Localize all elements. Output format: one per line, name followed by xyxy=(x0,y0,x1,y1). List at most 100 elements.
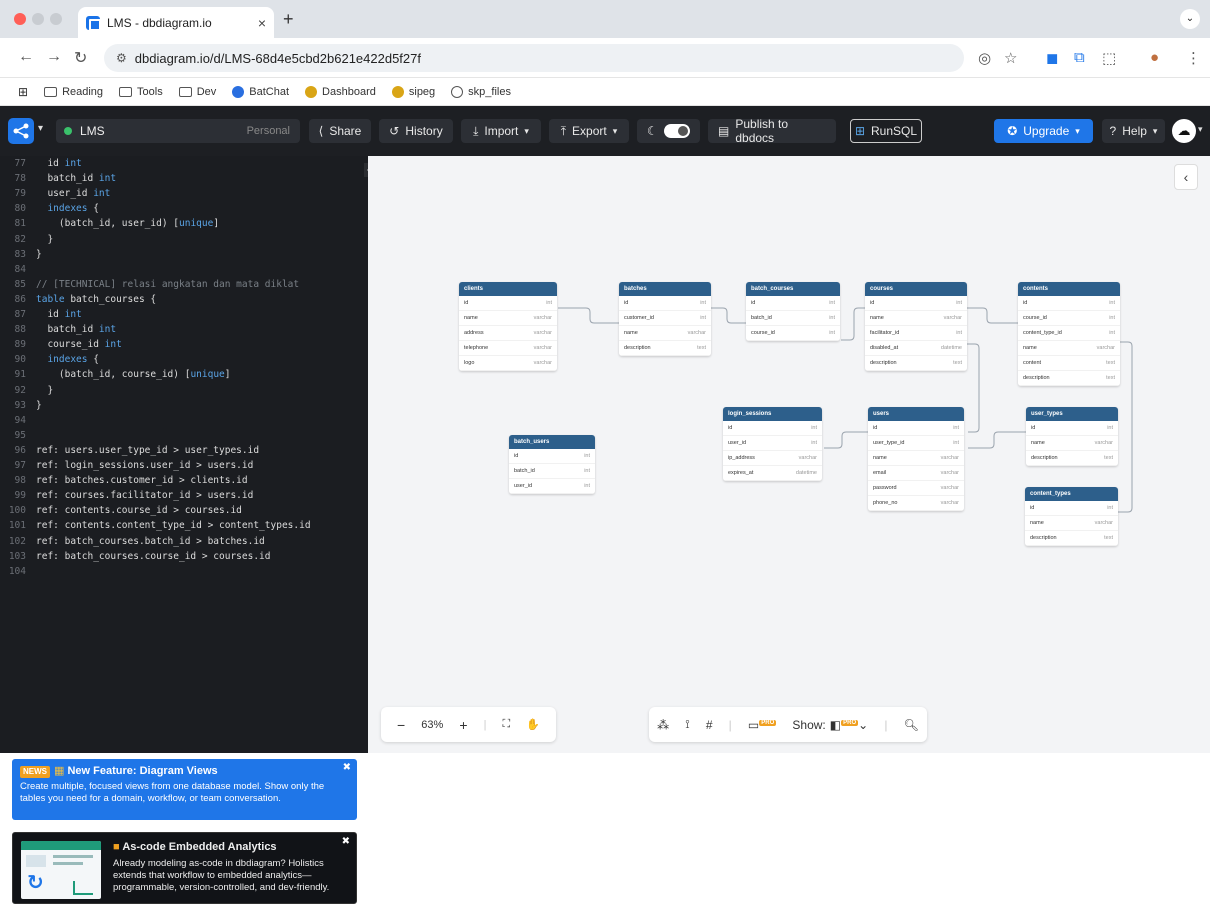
code-line[interactable]: 96 ref: users.user_type_id > user_types.i… xyxy=(0,445,260,457)
translate-extension-icon[interactable]: ⧉ xyxy=(1074,49,1085,66)
apps-grid-icon[interactable]: ⊞ xyxy=(18,85,28,99)
code-line[interactable]: 88 batch_id int xyxy=(0,324,117,336)
bookmark-dashboard[interactable]: Dashboard xyxy=(305,85,376,98)
promo-close-icon[interactable]: ✖ xyxy=(342,836,350,848)
theme-toggle[interactable]: ☾ xyxy=(637,119,700,143)
dbdiagram-logo-icon[interactable] xyxy=(8,118,34,144)
table-header[interactable]: courses xyxy=(865,282,967,296)
forward-arrow-icon[interactable]: → xyxy=(46,48,62,66)
table-users[interactable]: users id int user_type_id int name varchar emai… xyxy=(868,407,964,511)
table-header[interactable]: batches xyxy=(619,282,711,296)
diagram-canvas[interactable]: clients id int name varchar address varchar tel… xyxy=(368,156,1210,753)
table-field-row[interactable]: name varchar xyxy=(459,311,557,326)
runsql-button[interactable]: ⊞ RunSQL xyxy=(850,119,922,143)
table-field-row[interactable]: expires_at datetime xyxy=(723,466,822,481)
table-field-row[interactable]: id int xyxy=(868,421,964,436)
code-line[interactable]: 97 ref: login_sessions.user_id > users.id xyxy=(0,460,254,472)
table-field-row[interactable]: email varchar xyxy=(868,466,964,481)
code-line[interactable]: 77 id int xyxy=(0,158,82,170)
code-line[interactable]: 87 id int xyxy=(0,309,82,321)
table-field-row[interactable]: content text xyxy=(1018,356,1120,371)
code-line[interactable]: 103 ref: batch_courses.course_id > course… xyxy=(0,551,271,563)
table-clients[interactable]: clients id int name varchar address varchar tel… xyxy=(459,282,557,371)
browser-tab[interactable]: LMS - dbdiagram.io × xyxy=(78,7,274,38)
import-button[interactable]: ⤓ Import ▾ xyxy=(461,119,541,143)
code-line[interactable]: 100 ref: contents.course_id > courses.id xyxy=(0,505,242,517)
share-button[interactable]: ⟨ Share xyxy=(309,119,371,143)
browser-menu-icon[interactable]: ⋮ xyxy=(1186,49,1201,67)
table-field-row[interactable]: customer_id int xyxy=(619,311,711,326)
reload-icon[interactable]: ↻ xyxy=(74,48,87,68)
close-window-button[interactable] xyxy=(14,13,26,25)
table-field-row[interactable]: id int xyxy=(1026,421,1118,436)
table-field-row[interactable]: id int xyxy=(459,296,557,311)
table-field-row[interactable]: user_id int xyxy=(509,479,595,494)
table-field-row[interactable]: id int xyxy=(1025,501,1118,516)
table-field-row[interactable]: facilitator_id int xyxy=(865,326,967,341)
table-field-row[interactable]: disabled_at datetime xyxy=(865,341,967,356)
code-line[interactable]: 98 ref: batches.customer_id > clients.id xyxy=(0,475,248,487)
right-panel-chevron-left-icon[interactable]: ‹ xyxy=(1174,164,1198,190)
profile-avatar-icon[interactable]: ● xyxy=(1150,49,1159,66)
table-field-row[interactable]: description text xyxy=(1025,531,1118,546)
export-button[interactable]: ⤒ Export ▾ xyxy=(549,119,629,143)
table-field-row[interactable]: course_id int xyxy=(746,326,840,341)
puzzle-extensions-icon[interactable]: ⬚ xyxy=(1102,49,1116,67)
table-field-row[interactable]: name varchar xyxy=(868,451,964,466)
table-contents[interactable]: contents id int course_id int content_type_id… xyxy=(1018,282,1120,386)
code-line[interactable]: 99 ref: courses.facilitator_id > users.id xyxy=(0,490,254,502)
avatar-chevron-down-icon[interactable]: ▾ xyxy=(1198,124,1203,135)
code-editor[interactable]: 77 id int 78 batch_id int 79 user_id int 80… xyxy=(0,156,368,596)
table-field-row[interactable]: description text xyxy=(1026,451,1118,466)
table-batches[interactable]: batches id int customer_id int name varchar des… xyxy=(619,282,711,356)
table-header[interactable]: batch_courses xyxy=(746,282,840,296)
bookmark-dev[interactable]: Dev xyxy=(178,86,216,98)
code-line[interactable]: 93} xyxy=(0,400,42,412)
table-field-row[interactable]: name varchar xyxy=(619,326,711,341)
table-field-row[interactable]: course_id int xyxy=(1018,311,1120,326)
table-user-types[interactable]: user_types id int name varchar description tex… xyxy=(1026,407,1118,466)
code-line[interactable]: 101 ref: contents.content_type_id > conte… xyxy=(0,520,311,532)
user-avatar[interactable]: ☁ xyxy=(1172,119,1196,143)
bookmark-tools[interactable]: Tools xyxy=(119,86,163,98)
table-field-row[interactable]: name varchar xyxy=(865,311,967,326)
code-line[interactable]: 78 batch_id int xyxy=(0,173,117,185)
table-field-row[interactable]: description text xyxy=(619,341,711,356)
code-line[interactable]: 89 course_id int xyxy=(0,339,122,351)
table-content-types[interactable]: content_types id int name varchar description… xyxy=(1025,487,1118,546)
code-line[interactable]: 86 table batch_courses { xyxy=(0,294,157,306)
relationship-toggle-icon[interactable]: ⟟ xyxy=(685,717,689,732)
bookmark-reading[interactable]: Reading xyxy=(44,86,103,98)
table-header[interactable]: content_types xyxy=(1025,487,1118,501)
table-field-row[interactable]: batch_id int xyxy=(746,311,840,326)
table-field-row[interactable]: address varchar xyxy=(459,326,557,341)
bookmark-batchat[interactable]: BatChat xyxy=(232,85,289,98)
table-field-row[interactable]: telephone varchar xyxy=(459,341,557,356)
fit-to-screen-icon[interactable]: ⛶ xyxy=(502,718,510,731)
table-field-row[interactable]: phone_no varchar xyxy=(868,496,964,511)
code-line[interactable]: 84 xyxy=(0,264,36,276)
table-field-row[interactable]: id int xyxy=(619,296,711,311)
logo-chevron-down-icon[interactable]: ▾ xyxy=(38,123,43,134)
publish-dbdocs-button[interactable]: ▤ Publish to dbdocs xyxy=(708,117,836,145)
news-banner[interactable]: NEWS ▦ New Feature: Diagram Views Create … xyxy=(12,759,357,820)
news-close-icon[interactable]: ✖ xyxy=(343,762,351,774)
table-field-row[interactable]: password varchar xyxy=(868,481,964,496)
table-field-row[interactable]: batch_id int xyxy=(509,464,595,479)
table-header[interactable]: contents xyxy=(1018,282,1120,296)
table-header[interactable]: user_types xyxy=(1026,407,1118,421)
sticky-note-icon[interactable]: ▭ PRO xyxy=(748,718,777,732)
table-field-row[interactable]: id int xyxy=(509,449,595,464)
minimize-window-button[interactable] xyxy=(32,13,44,25)
project-selector[interactable]: LMS Personal xyxy=(56,119,300,143)
code-line[interactable]: 85 // [TECHNICAL] relasi angkatan dan mat… xyxy=(0,279,300,291)
url-input[interactable]: ⚙ dbdiagram.io/d/LMS-68d4e5cbd2b621e422d… xyxy=(104,44,964,72)
extension-icon[interactable]: ◼ xyxy=(1046,49,1058,67)
tab-search-chevron-icon[interactable]: ⌄ xyxy=(1180,9,1200,29)
code-line[interactable]: 81 (batch_id, user_id) [unique] xyxy=(0,218,220,230)
hide-eye-icon[interactable]: ◎ xyxy=(978,49,991,67)
bookmark-skp-files[interactable]: skp_files xyxy=(451,85,511,98)
bookmark-star-icon[interactable]: ☆ xyxy=(1004,49,1017,67)
bookmark-sipeg[interactable]: sipeg xyxy=(391,85,435,98)
table-header[interactable]: clients xyxy=(459,282,557,296)
